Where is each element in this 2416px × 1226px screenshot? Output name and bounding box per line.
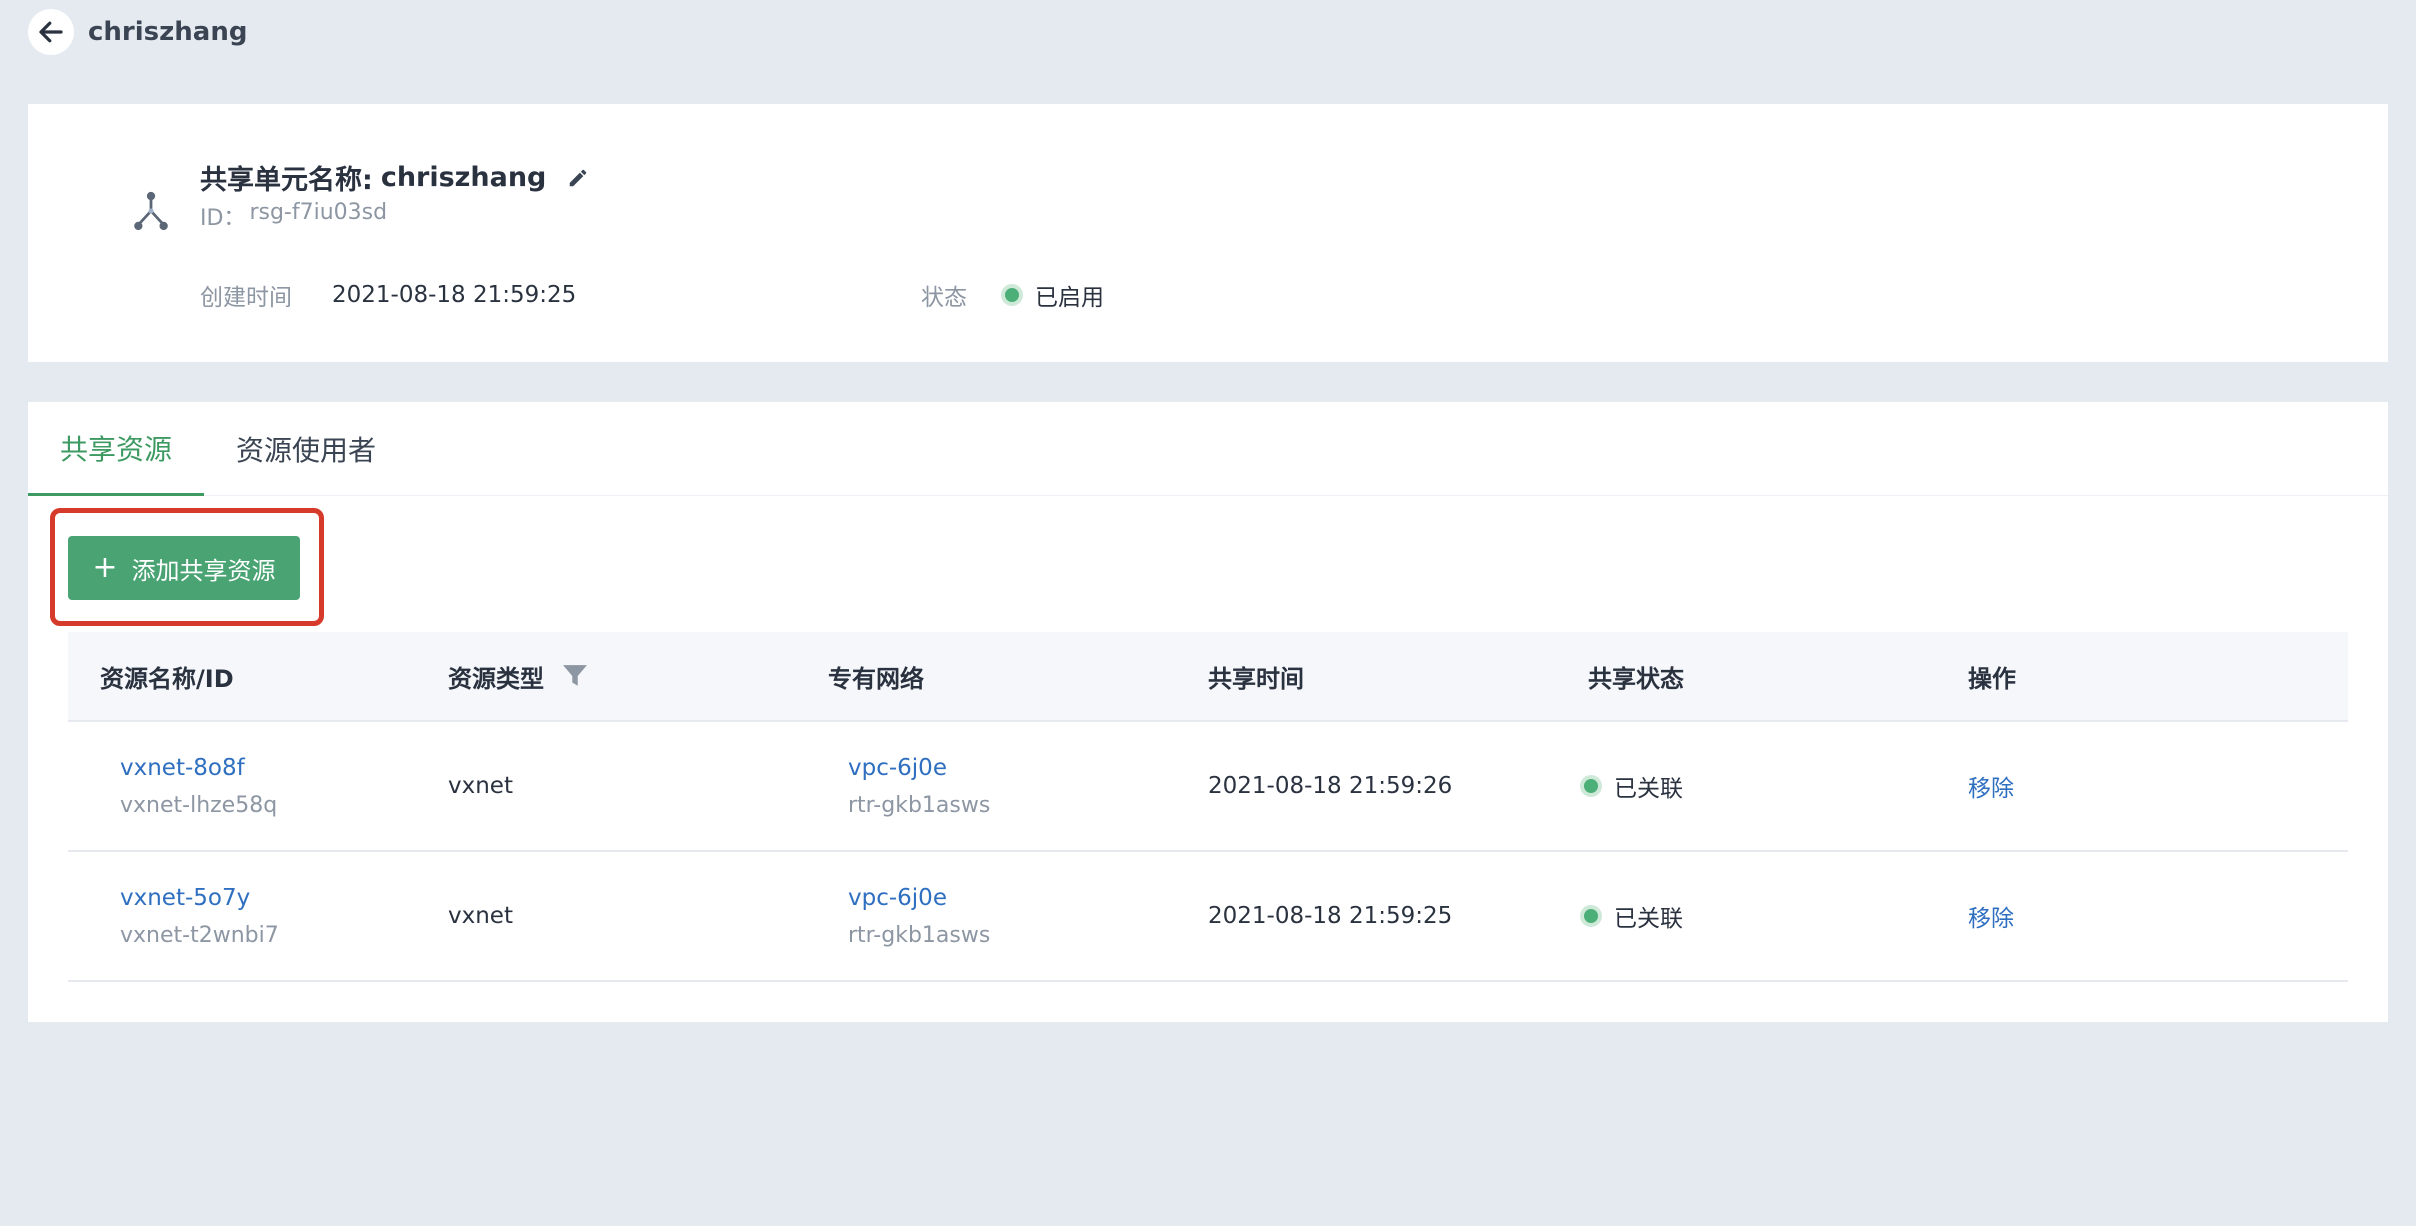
column-header-actions: 操作 — [1968, 664, 2016, 693]
resource-id: vxnet-lhze58q — [120, 792, 278, 818]
page-title: chriszhang — [88, 17, 248, 47]
status-row: 状态 已启用 — [921, 278, 1104, 312]
table-row: vxnet-8o8f vxnet-lhze58q vxnet vpc-6j0e … — [68, 722, 2348, 852]
arrow-left-icon — [39, 21, 63, 43]
share-time: 2021-08-18 21:59:25 — [1208, 903, 1453, 929]
share-unit-id: ID： rsg-f7iu03sd — [200, 200, 387, 232]
tab-resource-users[interactable]: 资源使用者 — [204, 402, 408, 496]
resource-id: vxnet-t2wnbi7 — [120, 922, 279, 948]
vpc-cell: vpc-6j0e rtr-gkb1asws — [828, 755, 1208, 818]
vpc-link[interactable]: vpc-6j0e — [848, 755, 1208, 781]
share-unit-name-value: chriszhang — [380, 162, 547, 193]
column-header-share-status: 共享状态 — [1588, 664, 1684, 693]
table-header: 资源名称/ID 资源类型 专有网络 共享时间 共享状态 操作 — [68, 632, 2348, 722]
actions-cell: 移除 — [1968, 769, 2348, 803]
share-unit-name-row: 共享单元名称: chriszhang — [200, 158, 592, 197]
actions-cell: 移除 — [1968, 899, 2348, 933]
shared-resources-card: 共享资源 资源使用者 + 添加共享资源 资源名称/ID 资源类型 专有网络 共享… — [28, 402, 2388, 1022]
resource-type: vxnet — [448, 773, 513, 799]
add-shared-resource-button[interactable]: + 添加共享资源 — [68, 536, 300, 600]
add-shared-resource-label: 添加共享资源 — [131, 556, 276, 585]
column-header-share-time: 共享时间 — [1208, 664, 1304, 693]
share-unit-name-label: 共享单元名称: — [200, 165, 373, 196]
resource-type: vxnet — [448, 903, 513, 929]
status-dot-icon — [1580, 905, 1602, 927]
topbar: chriszhang — [28, 9, 248, 55]
share-status: 已关联 — [1580, 769, 1968, 803]
resource-name-cell: vxnet-5o7y vxnet-t2wnbi7 — [68, 885, 448, 948]
tab-bar: 共享资源 资源使用者 — [28, 402, 2388, 496]
router-id: rtr-gkb1asws — [848, 792, 991, 818]
router-id: rtr-gkb1asws — [848, 922, 991, 948]
column-header-type-label: 资源类型 — [448, 664, 544, 693]
back-button[interactable] — [28, 9, 74, 55]
id-value: rsg-f7iu03sd — [249, 200, 388, 225]
status-label: 状态 — [921, 285, 967, 311]
column-header-vpc: 专有网络 — [828, 664, 924, 693]
column-header-type: 资源类型 — [448, 659, 828, 694]
column-header-name-id: 资源名称/ID — [100, 664, 234, 693]
shared-resources-table: 资源名称/ID 资源类型 专有网络 共享时间 共享状态 操作 vxnet-8o8… — [68, 632, 2348, 982]
edit-name-button[interactable] — [564, 164, 592, 192]
pencil-icon — [570, 169, 587, 186]
share-status-text: 已关联 — [1614, 906, 1683, 932]
share-status-text: 已关联 — [1614, 776, 1683, 802]
created-time-label: 创建时间 — [200, 285, 292, 311]
share-status: 已关联 — [1580, 899, 1968, 933]
id-label: ID： — [200, 206, 246, 231]
tab-shared-resources[interactable]: 共享资源 — [28, 402, 205, 496]
status-dot-icon — [1580, 775, 1602, 797]
share-unit-info-card: 共享单元名称: chriszhang ID： rsg-f7iu03sd 创建时间… — [28, 104, 2388, 362]
status-value: 已启用 — [1035, 285, 1104, 311]
share-time: 2021-08-18 21:59:26 — [1208, 773, 1453, 799]
created-time-value: 2021-08-18 21:59:25 — [332, 282, 577, 308]
created-time-row: 创建时间 2021-08-18 21:59:25 — [200, 278, 576, 312]
remove-button[interactable]: 移除 — [1968, 776, 2014, 802]
resource-name-cell: vxnet-8o8f vxnet-lhze58q — [68, 755, 448, 818]
filter-icon[interactable] — [562, 664, 588, 688]
remove-button[interactable]: 移除 — [1968, 906, 2014, 932]
vpc-link[interactable]: vpc-6j0e — [848, 885, 1208, 911]
resource-name-link[interactable]: vxnet-8o8f — [120, 755, 448, 781]
vpc-cell: vpc-6j0e rtr-gkb1asws — [828, 885, 1208, 948]
table-row: vxnet-5o7y vxnet-t2wnbi7 vxnet vpc-6j0e … — [68, 852, 2348, 982]
plus-icon: + — [92, 550, 118, 585]
status-dot-icon — [1001, 284, 1023, 306]
share-unit-icon — [100, 160, 202, 262]
resource-name-link[interactable]: vxnet-5o7y — [120, 885, 448, 911]
